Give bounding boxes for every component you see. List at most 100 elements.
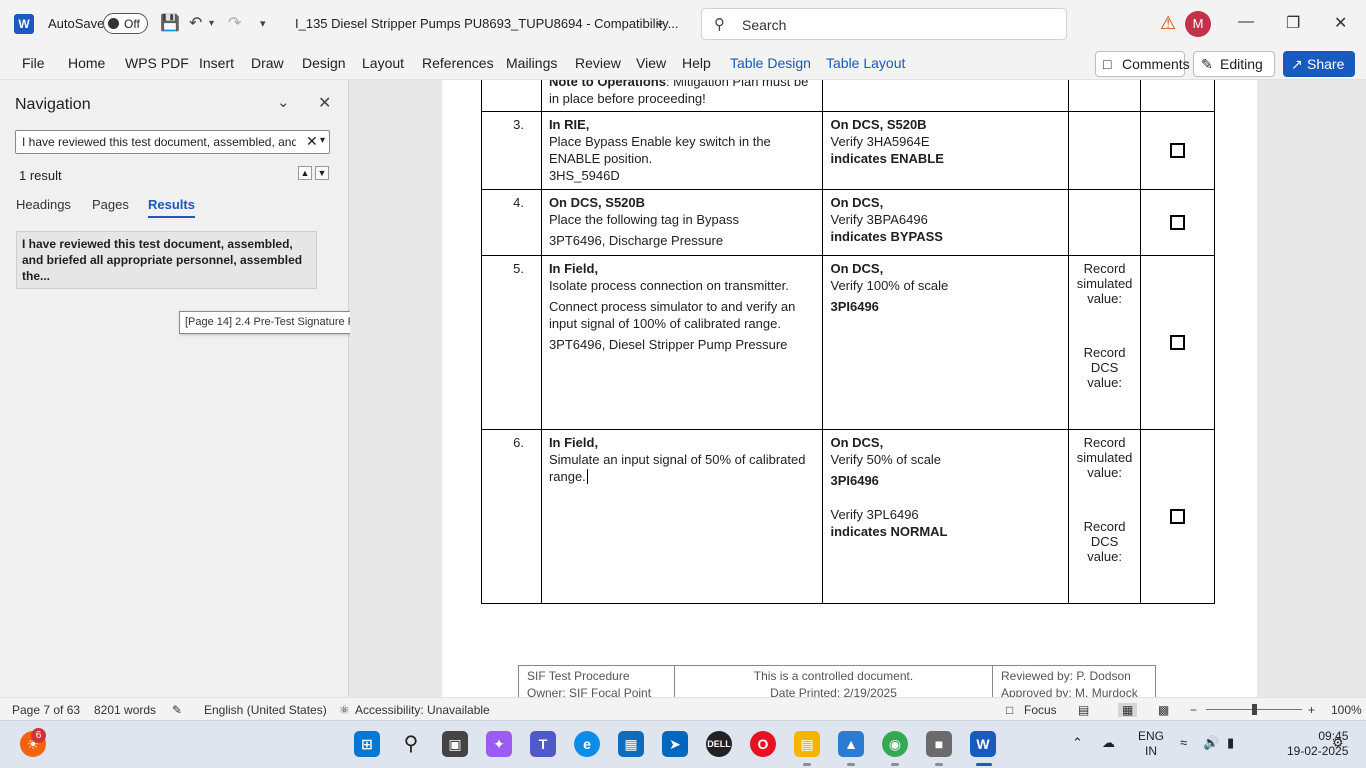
app-icon[interactable]: ■ bbox=[926, 731, 952, 757]
share-button[interactable]: ↗ Share ▾ bbox=[1283, 51, 1355, 97]
editing-mode-button[interactable]: ✎ Editing ▾ bbox=[1193, 51, 1275, 95]
redo-icon[interactable]: ↷ bbox=[228, 13, 241, 33]
document-area[interactable]: Note to Operations: Mitigation Plan must… bbox=[350, 80, 1366, 697]
tab-table-design[interactable]: Table Design bbox=[730, 55, 811, 71]
tab-results[interactable]: Results bbox=[148, 197, 195, 218]
save-icon[interactable]: 💾 bbox=[160, 13, 180, 33]
search-box[interactable]: ⚲ Search bbox=[701, 8, 1067, 40]
tab-table-layout[interactable]: Table Layout bbox=[826, 55, 905, 71]
tab-pages[interactable]: Pages bbox=[92, 197, 129, 212]
table-cell[interactable]: Note to Operations: Mitigation Plan must… bbox=[540, 80, 824, 112]
opera-icon[interactable]: O bbox=[750, 731, 776, 757]
tab-file[interactable]: File bbox=[22, 55, 45, 71]
tab-headings[interactable]: Headings bbox=[16, 197, 71, 212]
next-result-icon[interactable]: ▼ bbox=[315, 166, 329, 180]
close-icon[interactable]: ✕ bbox=[318, 93, 331, 113]
table-cell[interactable]: On DCS, Verify 100% of scale 3PI6496 bbox=[822, 255, 1070, 430]
search-result-item[interactable]: I have reviewed this test document, asse… bbox=[16, 231, 317, 289]
footer-cell[interactable]: Reviewed by: P. Dodson Approved by: M. M… bbox=[992, 665, 1156, 697]
avatar[interactable]: M bbox=[1185, 11, 1211, 37]
read-mode-icon[interactable]: ▤ bbox=[1078, 703, 1089, 717]
copilot-icon[interactable]: ✦ bbox=[486, 731, 512, 757]
footer-cell[interactable]: This is a controlled document. Date Prin… bbox=[674, 665, 993, 697]
tab-design[interactable]: Design bbox=[302, 55, 346, 71]
zoom-out-icon[interactable]: − bbox=[1190, 703, 1197, 717]
notification-center-icon[interactable]: ⚙ bbox=[1332, 735, 1344, 751]
search-options-icon[interactable]: ▾ bbox=[320, 135, 325, 146]
autosave-toggle[interactable]: Off bbox=[103, 13, 148, 34]
web-layout-icon[interactable]: ▩ bbox=[1158, 703, 1169, 717]
table-cell[interactable]: Record simulated value: Record DCS value… bbox=[1068, 255, 1142, 430]
teams-icon[interactable]: T bbox=[530, 731, 556, 757]
chevron-down-icon[interactable]: ⌄ bbox=[277, 93, 290, 111]
autosave-label: AutoSave bbox=[48, 16, 105, 31]
zoom-level[interactable]: 100% bbox=[1331, 703, 1362, 717]
search-icon[interactable]: ⚲ bbox=[398, 731, 424, 757]
restore-icon[interactable]: ❐ bbox=[1286, 13, 1300, 33]
wifi-icon[interactable]: ≈ bbox=[1180, 735, 1187, 750]
checkbox-icon[interactable] bbox=[1170, 143, 1186, 158]
table-cell[interactable]: In RIE, Place Bypass Enable key switch i… bbox=[540, 111, 824, 190]
comment-icon: □ bbox=[1103, 56, 1112, 72]
power-automate-icon[interactable]: ➤ bbox=[662, 731, 688, 757]
battery-icon[interactable]: ▮ bbox=[1227, 735, 1234, 751]
word-count[interactable]: 8201 words bbox=[94, 703, 156, 717]
chevron-up-icon[interactable]: ⌃ bbox=[1072, 735, 1083, 751]
table-cell[interactable]: On DCS, Verify 50% of scale 3PI6496 Veri… bbox=[822, 429, 1070, 604]
checkbox-icon[interactable] bbox=[1170, 335, 1186, 350]
tab-view[interactable]: View bbox=[636, 55, 666, 71]
zoom-in-icon[interactable]: + bbox=[1308, 703, 1315, 717]
edge-icon[interactable]: e bbox=[574, 731, 600, 757]
warning-icon[interactable]: ⚠ bbox=[1160, 13, 1176, 34]
table-cell[interactable]: In Field, Isolate process connection on … bbox=[540, 255, 824, 430]
table-cell[interactable]: On DCS, S520B Verify 3HA5964E indicates … bbox=[822, 111, 1070, 190]
tab-help[interactable]: Help bbox=[682, 55, 711, 71]
previous-result-icon[interactable]: ▲ bbox=[298, 166, 312, 180]
language-status[interactable]: English (United States) bbox=[204, 703, 327, 717]
table-cell[interactable]: Record simulated value: Record DCS value… bbox=[1068, 429, 1142, 604]
proofing-icon[interactable]: ✎ bbox=[172, 703, 182, 717]
comments-button[interactable]: □ Comments bbox=[1095, 51, 1190, 77]
document-page[interactable]: Note to Operations: Mitigation Plan must… bbox=[442, 80, 1257, 697]
table-cell[interactable]: On DCS, S520B Place the following tag in… bbox=[540, 189, 824, 256]
tab-references[interactable]: References bbox=[422, 55, 494, 71]
table-row: 5. In Field, Isolate process connection … bbox=[481, 255, 1215, 430]
language-indicator[interactable]: ENG IN bbox=[1138, 729, 1164, 759]
tab-layout[interactable]: Layout bbox=[362, 55, 404, 71]
undo-dropdown-icon[interactable]: ▾ bbox=[209, 18, 214, 29]
close-icon[interactable]: ✕ bbox=[1334, 13, 1347, 33]
table-cell[interactable]: In Field, Simulate an input signal of 50… bbox=[540, 429, 824, 604]
tab-mailings[interactable]: Mailings bbox=[506, 55, 557, 71]
store-icon[interactable]: ▦ bbox=[618, 731, 644, 757]
dell-icon[interactable]: DELL bbox=[706, 731, 732, 757]
tab-draw[interactable]: Draw bbox=[251, 55, 284, 71]
footer-cell[interactable]: SIF Test Procedure Owner: SIF Focal Poin… bbox=[518, 665, 675, 697]
print-layout-icon[interactable]: ▦ bbox=[1118, 703, 1138, 717]
focus-button[interactable]: Focus bbox=[1024, 703, 1057, 717]
photos-icon[interactable]: ▲ bbox=[838, 731, 864, 757]
task-view-icon[interactable]: ▣ bbox=[442, 731, 468, 757]
accessibility-status[interactable]: Accessibility: Unavailable bbox=[355, 703, 490, 717]
zoom-slider-thumb[interactable] bbox=[1252, 704, 1257, 715]
table-cell[interactable]: On DCS, Verify 3BPA6496 indicates BYPASS bbox=[822, 189, 1070, 256]
volume-icon[interactable]: 🔊 bbox=[1203, 735, 1219, 751]
checkbox-icon[interactable] bbox=[1170, 509, 1186, 524]
network-tray-icon[interactable]: ☁ bbox=[1102, 735, 1115, 751]
minimize-icon[interactable]: — bbox=[1238, 13, 1254, 31]
tab-review[interactable]: Review bbox=[575, 55, 621, 71]
tab-wps-pdf[interactable]: WPS PDF bbox=[125, 55, 189, 71]
clear-search-icon[interactable]: ✕ bbox=[306, 133, 318, 150]
tab-home[interactable]: Home bbox=[68, 55, 105, 71]
table-row: Note to Operations: Mitigation Plan must… bbox=[481, 80, 1215, 112]
tab-insert[interactable]: Insert bbox=[199, 55, 234, 71]
page-count[interactable]: Page 7 of 63 bbox=[12, 703, 80, 717]
navigation-search-input[interactable]: I have reviewed this test document, asse… bbox=[15, 130, 330, 154]
customize-toolbar-icon[interactable]: ▾ bbox=[260, 17, 266, 30]
chrome-icon[interactable]: ◉ bbox=[882, 731, 908, 757]
word-taskbar-icon[interactable]: W bbox=[970, 731, 996, 757]
start-icon[interactable]: ⊞ bbox=[354, 731, 380, 757]
checkbox-icon[interactable] bbox=[1170, 215, 1186, 230]
file-explorer-icon[interactable]: ▤ bbox=[794, 731, 820, 757]
undo-icon[interactable]: ↶ bbox=[189, 13, 202, 33]
chevron-down-icon[interactable]: ⌄ bbox=[654, 13, 666, 30]
